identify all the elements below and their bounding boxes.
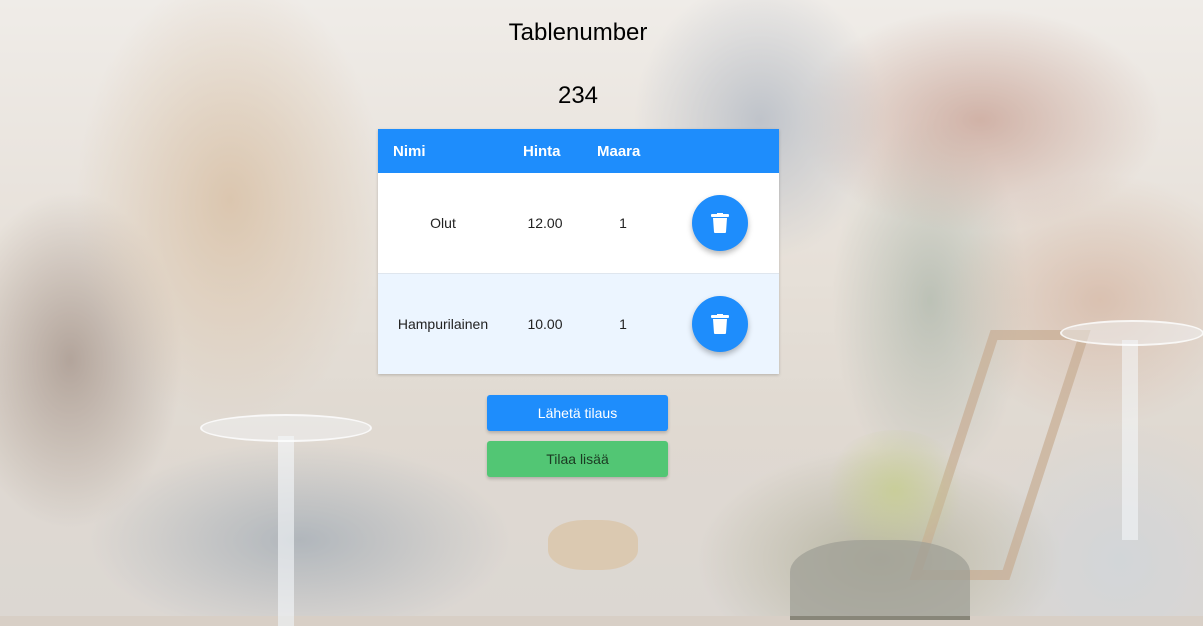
item-name: Hampurilainen: [397, 316, 489, 332]
item-quantity: 1: [619, 215, 627, 231]
item-quantity: 1: [619, 316, 627, 332]
table-number: 234: [557, 82, 599, 109]
order-more-button[interactable]: Tilaa lisää: [487, 441, 668, 477]
item-price: 12.00: [527, 215, 563, 231]
send-order-button[interactable]: Lähetä tilaus: [487, 395, 668, 431]
delete-item-button[interactable]: [692, 296, 748, 352]
column-header-quantity: Maara: [597, 143, 641, 160]
page-content: Tablenumber 234 Nimi Hinta Maara Olut 12…: [0, 0, 1203, 616]
item-price: 10.00: [527, 316, 563, 332]
column-header-name: Nimi: [393, 143, 426, 160]
table-row: Olut 12.00 1: [378, 173, 779, 273]
order-table: Nimi Hinta Maara Olut 12.00 1 Hampurilai…: [378, 129, 779, 374]
column-header-price: Hinta: [523, 143, 561, 160]
trash-icon: [711, 314, 729, 334]
page-title: Tablenumber: [508, 19, 648, 46]
table-row: Hampurilainen 10.00 1: [378, 273, 779, 374]
table-header: Nimi Hinta Maara: [378, 129, 779, 173]
trash-icon: [711, 213, 729, 233]
item-name: Olut: [430, 215, 456, 231]
delete-item-button[interactable]: [692, 195, 748, 251]
